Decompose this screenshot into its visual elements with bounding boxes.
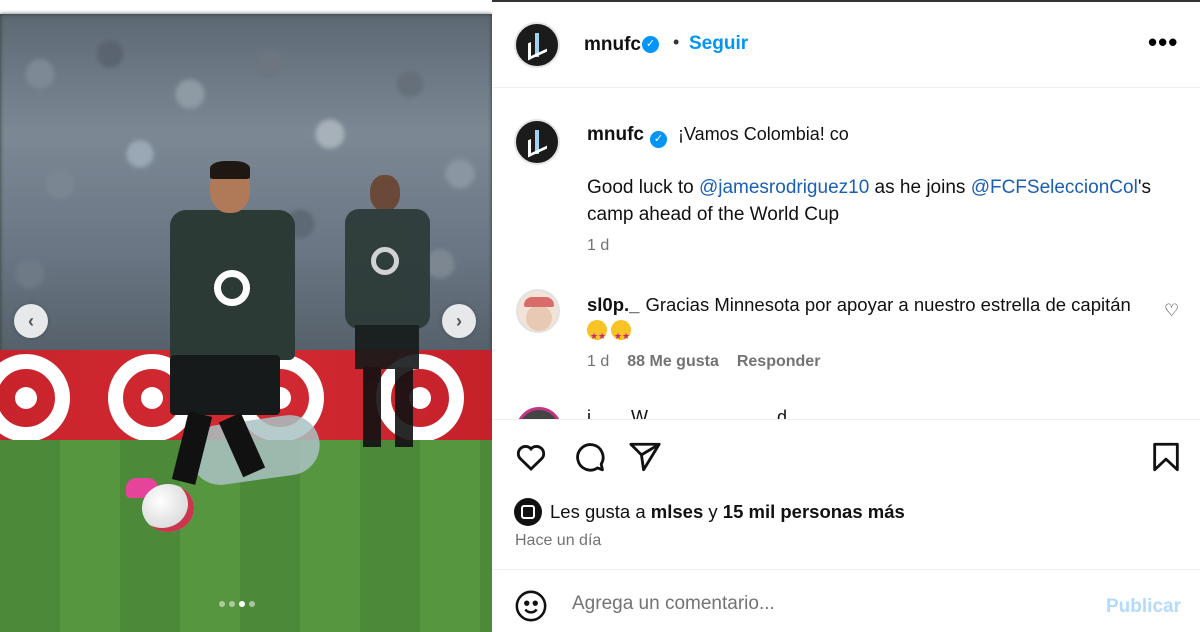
liker-username[interactable]: mlses [651,501,703,523]
carousel-prev-button[interactable]: ‹ [14,304,48,338]
commenter-avatar[interactable] [516,407,562,419]
caption-text-part: as he joins [869,177,971,198]
comment-time[interactable]: 1 d [587,353,609,371]
caption-time[interactable]: 1 d [587,237,609,255]
soccer-ball [142,484,194,532]
next-comment-partial: j... ... W...... ......... ........ d... [516,407,1156,419]
carousel-dot [229,601,235,607]
likes-count[interactable]: 15 mil personas más [723,501,905,523]
liker-avatar[interactable] [514,498,542,526]
next-comment-text: j... ... W...... ......... ........ d... [587,407,803,419]
more-options-icon[interactable]: ••• [1148,29,1178,55]
caption-text-part: Good luck to [587,177,699,198]
share-paper-plane-icon[interactable] [628,440,662,474]
carousel-dot-active [239,601,245,607]
post-actions: Les gusta a mlses y 15 mil personas más … [492,419,1200,569]
main-player [160,161,300,485]
likes-text: Les gusta a [550,501,646,522]
emoji-picker-icon[interactable] [514,589,548,623]
comment-body: Gracias Minnesota por apoyar a nuestro e… [645,294,1131,315]
reply-button[interactable]: Responder [737,353,821,371]
carousel-dot [249,601,255,607]
like-comment-heart-icon[interactable]: ♡ [1164,301,1179,321]
comment-likes[interactable]: 88 Me gusta [627,353,719,371]
post-header: mnufc ✓ • Seguir ••• [492,2,1200,88]
comments-section[interactable]: mnufc ✓ ¡Vamos Colombia! co Good luck to … [492,89,1200,419]
caption-avatar[interactable] [514,119,560,165]
post-sidebar: mnufc ✓ • Seguir ••• mnufc ✓ ¡Vamos Colom… [492,0,1200,632]
mention-link[interactable]: @jamesrodriguez10 [699,177,869,198]
loon-logo-icon [526,33,548,57]
commenter-avatar[interactable] [516,289,560,333]
caption-username[interactable]: mnufc [587,124,644,145]
comment-text: sl0p._ Gracias Minnesota por apoyar a nue… [587,292,1147,349]
comment-meta: 1 d 88 Me gusta Responder [587,353,820,371]
carousel-dot [219,601,225,607]
save-bookmark-icon[interactable] [1149,440,1183,474]
comment-input[interactable] [572,588,1072,620]
caption-text: Good luck to @jamesrodriguez10 as he joi… [587,174,1177,228]
caption-title: ¡Vamos Colombia! co [678,124,849,144]
likes-summary[interactable]: Les gusta a mlses y 15 mil personas más [514,498,905,526]
mention-link[interactable]: @FCFSeleccionCol [971,177,1138,198]
publish-button[interactable]: Publicar [1106,596,1181,618]
star-struck-emoji-icon [587,320,607,349]
background-player [345,175,430,455]
post-media[interactable]: ‹ › [0,0,492,632]
star-struck-emoji-icon [611,320,631,349]
add-comment-bar: Publicar [492,569,1200,632]
post-date[interactable]: Hace un día [515,532,601,550]
loon-logo-icon [526,130,548,154]
like-heart-icon[interactable] [514,440,548,474]
account-username[interactable]: mnufc [584,34,641,56]
comment-bubble-icon[interactable] [572,440,606,474]
carousel-next-button[interactable]: › [442,304,476,338]
media-top-border [0,0,492,14]
header-separator: • [673,32,680,52]
verified-badge-icon: ✓ [642,36,659,53]
caption-header: mnufc ✓ ¡Vamos Colombia! co [587,124,849,148]
account-avatar[interactable] [514,22,560,68]
commenter-username[interactable]: sl0p._ [587,294,639,315]
likes-text: y [708,501,718,522]
carousel-indicator [219,601,255,607]
follow-button[interactable]: Seguir [689,33,748,55]
verified-badge-icon: ✓ [650,131,667,148]
